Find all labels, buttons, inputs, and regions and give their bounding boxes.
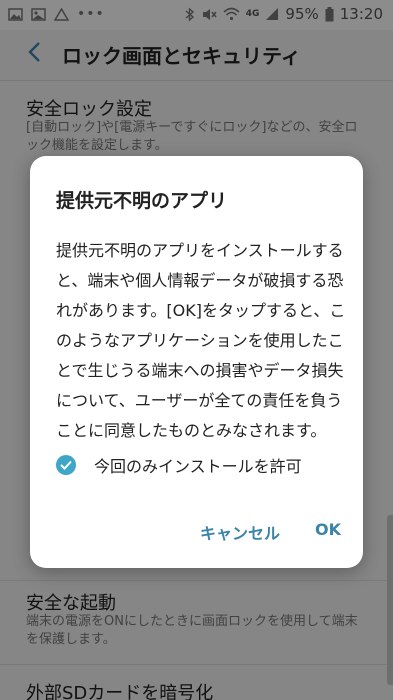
allow-once-option[interactable]: 今回のみインストールを許可 [56,453,302,477]
allow-once-checkbox[interactable] [56,455,76,475]
ok-button[interactable]: OK [315,520,341,539]
check-icon [60,460,72,470]
allow-once-label: 今回のみインストールを許可 [94,457,302,476]
dialog-title: 提供元不明のアプリ [56,190,228,212]
unknown-sources-dialog: 提供元不明のアプリ 提供元不明のアプリをインストールすると、端末や個人情報データ… [30,156,363,568]
cancel-button[interactable]: キャンセル [200,520,280,544]
dialog-message: 提供元不明のアプリをインストールすると、端末や個人情報データが破損する恐れがあり… [56,241,346,440]
